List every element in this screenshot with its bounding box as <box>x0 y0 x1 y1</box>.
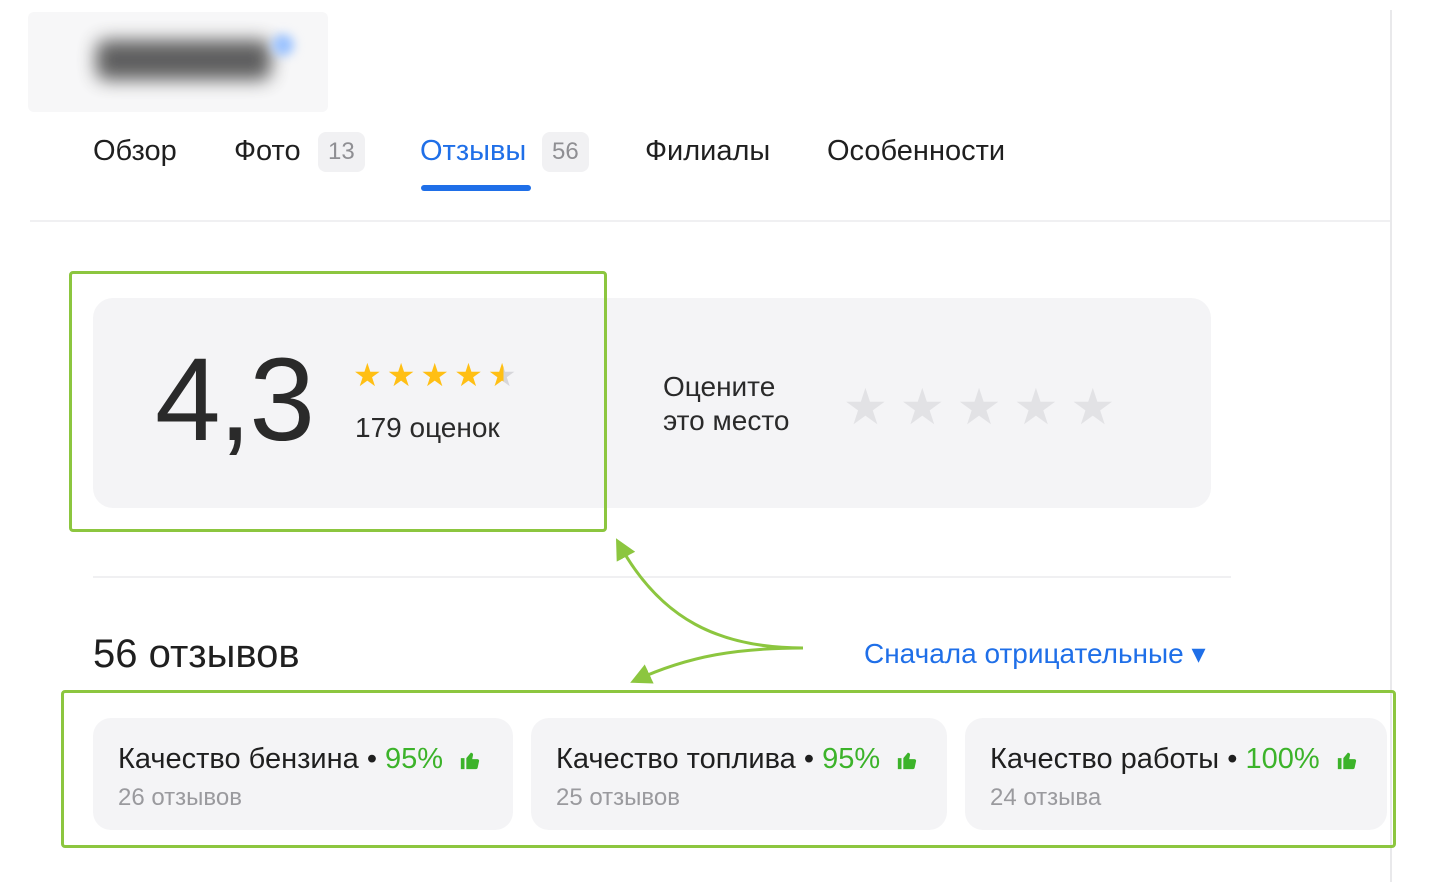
tab-photos-label: Фото <box>234 135 301 167</box>
section-divider <box>93 576 1231 578</box>
active-tab-indicator <box>421 185 531 191</box>
rate-star-icon[interactable]: ★ <box>1013 380 1058 434</box>
rate-star-icon[interactable]: ★ <box>1070 380 1115 434</box>
tab-features[interactable]: Особенности <box>827 128 1005 174</box>
arrow-to-rating <box>616 538 804 650</box>
company-logo-blurred <box>96 40 271 80</box>
company-logo-area <box>28 12 328 112</box>
rate-place-line2: это место <box>663 405 790 436</box>
tab-features-label: Особенности <box>827 135 1006 167</box>
tab-branches[interactable]: Филиалы <box>645 128 770 174</box>
tabs-divider <box>30 220 1390 222</box>
aspects-highlight-frame <box>61 690 1396 848</box>
reviews-count-title: 56 отзывов <box>93 632 300 676</box>
tab-reviews-label: Отзывы <box>420 135 527 167</box>
tab-branches-label: Филиалы <box>645 135 771 167</box>
sort-dropdown[interactable]: Сначала отрицательные ▾ <box>864 636 1206 672</box>
arrow-to-aspects <box>630 646 804 684</box>
rate-star-icon[interactable]: ★ <box>900 380 945 434</box>
tab-photos-count: 13 <box>318 132 365 172</box>
rating-highlight-frame <box>69 271 607 532</box>
verified-badge-icon <box>272 34 294 56</box>
tab-overview[interactable]: Обзор <box>93 128 177 174</box>
rate-star-icon[interactable]: ★ <box>843 380 888 434</box>
tab-reviews[interactable]: Отзывы <box>420 128 526 174</box>
rate-place-prompt: Оцените это место <box>663 370 789 438</box>
tab-overview-label: Обзор <box>93 135 177 167</box>
rate-place-stars: ★ ★ ★ ★ ★ <box>843 380 1115 434</box>
tab-reviews-count: 56 <box>542 132 589 172</box>
rate-star-icon[interactable]: ★ <box>957 380 1002 434</box>
tab-photos[interactable]: Фото <box>234 128 301 174</box>
rate-place-line1: Оцените <box>663 371 776 402</box>
